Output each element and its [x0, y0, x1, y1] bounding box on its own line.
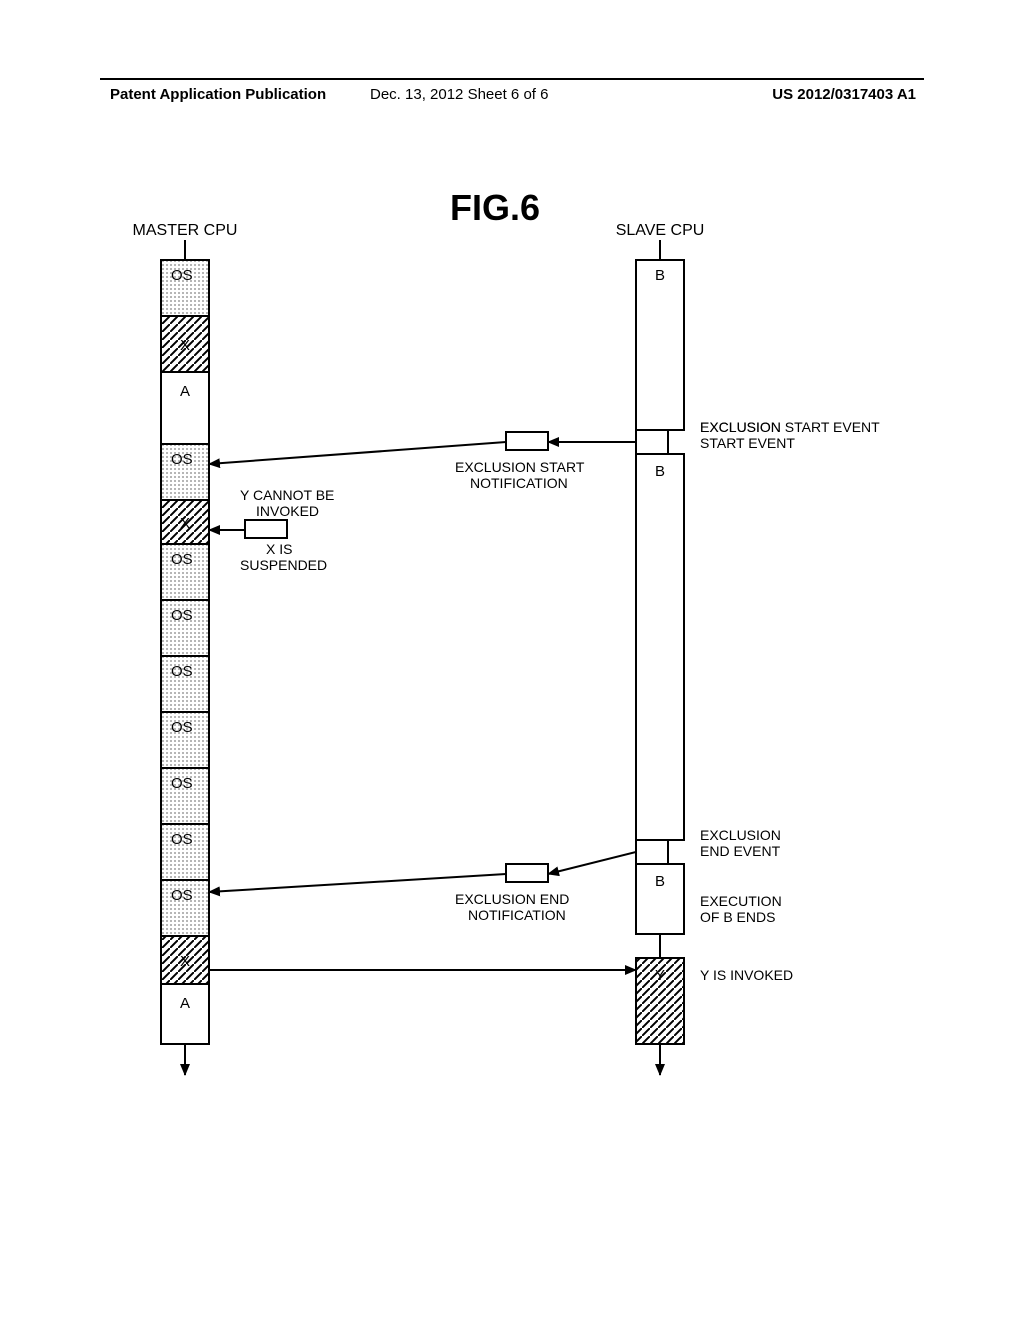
header-right: US 2012/0317403 A1 [772, 86, 916, 103]
slave-block-label: Y [655, 967, 665, 984]
master-block-label: X [180, 515, 190, 532]
master-block-label: A [180, 995, 190, 1012]
master-block-label: OS [171, 831, 193, 848]
exclusion-start-event-lines: EXCLUSION START EVENT [700, 419, 795, 451]
label-exclusion-end-event: EXCLUSION END EVENT [700, 827, 785, 859]
slave-block-b [636, 454, 684, 840]
master-block-a [161, 984, 209, 1044]
slave-block-b [636, 260, 684, 430]
y-cannot-relay [245, 520, 287, 538]
master-block-label: OS [171, 719, 193, 736]
header-rule [100, 78, 924, 80]
header-mid: Dec. 13, 2012 Sheet 6 of 6 [370, 86, 548, 103]
master-block-label: OS [171, 607, 193, 624]
label-exclusion-start-notif: EXCLUSION START NOTIFICATION [455, 459, 588, 491]
master-block-label: OS [171, 551, 193, 568]
label-y-cannot: Y CANNOT BE INVOKED [240, 487, 338, 519]
header-left: Patent Application Publication [110, 86, 326, 103]
label-execution-b-ends: EXECUTION OF B ENDS [700, 893, 786, 925]
label-y-invoked: Y IS INVOKED [700, 967, 793, 983]
page: Patent Application Publication Dec. 13, … [0, 0, 1024, 1320]
slave-label: SLAVE CPU [616, 222, 705, 239]
master-block-label: OS [171, 887, 193, 904]
master-block-label: OS [171, 775, 193, 792]
exclusion-start-node [636, 430, 668, 454]
end-notif-relay [506, 864, 548, 882]
master-block-label: OS [171, 451, 193, 468]
master-block-label: A [180, 383, 190, 400]
master-block-label: OS [171, 663, 193, 680]
slave-block-label: B [655, 873, 665, 890]
sequence-diagram: FIG.6 MASTER CPU SLAVE CPU OS X A OS X O… [90, 180, 910, 1180]
master-block-label: X [180, 337, 190, 354]
label-x-suspended: X IS SUSPENDED [240, 541, 327, 573]
master-label: MASTER CPU [133, 222, 238, 239]
start-notif-relay [506, 432, 548, 450]
slave-block-label: B [655, 463, 665, 480]
master-block-label: X [180, 953, 190, 970]
exclusion-end-node [636, 840, 668, 864]
figure-title: FIG.6 [450, 187, 540, 228]
label-exclusion-end-notif: EXCLUSION END NOTIFICATION [455, 891, 573, 923]
slave-block-label: B [655, 267, 665, 284]
master-block-label: OS [171, 267, 193, 284]
